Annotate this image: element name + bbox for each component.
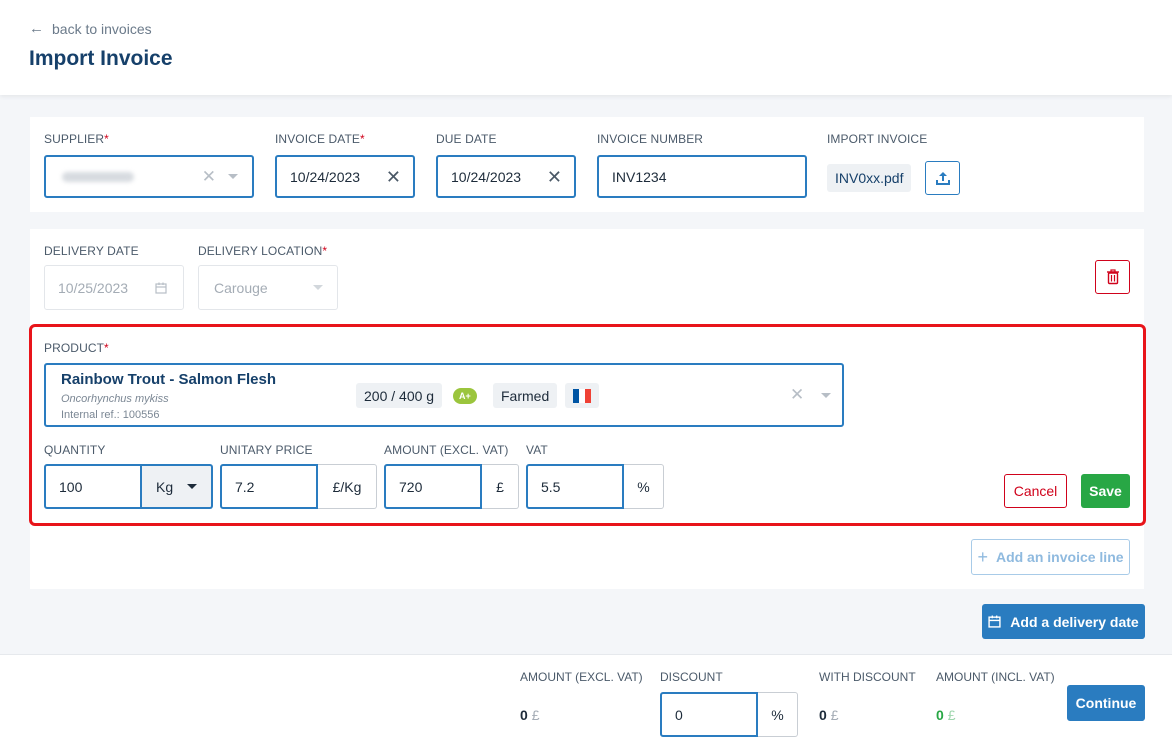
discount-input[interactable]: 0 (660, 692, 758, 737)
unitary-price-label: UNITARY PRICE (220, 443, 313, 457)
page-header: ← back to invoices Import Invoice (0, 0, 1172, 95)
invoice-number-input[interactable]: INV1234 (597, 155, 807, 198)
product-name: Rainbow Trout - Salmon Flesh (61, 371, 277, 388)
discount-group: 0 % (660, 692, 798, 737)
delete-delivery-button[interactable] (1095, 260, 1130, 294)
product-select[interactable]: Rainbow Trout - Salmon Flesh Oncorhynchu… (44, 363, 844, 427)
page-title: Import Invoice (29, 47, 173, 70)
trash-icon (1106, 269, 1119, 285)
product-method-badge: Farmed (493, 383, 558, 408)
upload-icon (935, 172, 950, 185)
product-grade-badge: A+ (453, 388, 477, 404)
clear-icon[interactable]: ✕ (547, 168, 562, 186)
invoice-number-label: INVOICE NUMBER (597, 132, 704, 146)
total-excl-vat-label: AMOUNT (EXCL. VAT) (520, 670, 643, 684)
delivery-date-input: 10/25/2023 (44, 265, 184, 310)
vat-group: 5.5 % (526, 464, 664, 509)
unitary-price-input[interactable]: 7.2 (220, 464, 318, 509)
total-incl-vat-label: AMOUNT (INCL. VAT) (936, 670, 1055, 684)
unit-select[interactable]: Kg (142, 464, 213, 509)
imported-file-tag: INV0xx.pdf (827, 164, 912, 192)
vat-percent-addon: % (624, 464, 664, 509)
back-link[interactable]: ← back to invoices (29, 20, 152, 37)
continue-button[interactable]: Continue (1067, 685, 1145, 721)
price-unit-addon: £/Kg (318, 464, 377, 509)
product-latin-name: Oncorhynchus mykiss (61, 393, 169, 405)
chevron-down-icon[interactable] (821, 393, 831, 398)
import-invoice-label: IMPORT INVOICE (827, 132, 928, 146)
chevron-down-icon[interactable] (228, 174, 238, 179)
price-group: 7.2 £/Kg (220, 464, 377, 509)
product-size-badge: 200 / 400 g (356, 383, 443, 408)
caret-down-icon (187, 484, 197, 489)
upload-button[interactable] (925, 161, 960, 195)
quantity-label: QUANTITY (44, 443, 106, 457)
totals-footer: AMOUNT (EXCL. VAT) 0 £ DISCOUNT 0 % WITH … (0, 654, 1172, 747)
supplier-value-redacted (62, 171, 134, 182)
discount-label: DISCOUNT (660, 670, 723, 684)
add-invoice-line-button[interactable]: + Add an invoice line (971, 539, 1130, 575)
france-flag-icon (565, 383, 599, 408)
invoice-date-label: INVOICE DATE* (275, 132, 365, 146)
cancel-button[interactable]: Cancel (1004, 474, 1067, 508)
chevron-down-icon (313, 285, 323, 290)
total-excl-vat-value: 0 £ (520, 707, 540, 723)
plus-icon: + (977, 546, 988, 567)
arrow-left-icon: ← (29, 20, 44, 37)
vat-label: VAT (526, 443, 548, 457)
clear-icon[interactable]: ✕ (202, 167, 216, 187)
clear-icon[interactable]: ✕ (386, 168, 401, 186)
quantity-input[interactable]: 100 (44, 464, 142, 509)
amount-group: 720 £ (384, 464, 519, 509)
delivery-date-label: DELIVERY DATE (44, 244, 139, 258)
due-date-input[interactable]: 10/24/2023 ✕ (436, 155, 576, 198)
product-label: PRODUCT* (44, 341, 109, 355)
delivery-location-label: DELIVERY LOCATION* (198, 244, 328, 258)
total-incl-vat-value: 0 £ (936, 707, 956, 723)
clear-icon[interactable]: ✕ (790, 385, 804, 405)
delivery-location-select: Carouge (198, 265, 338, 310)
back-link-label: back to invoices (52, 20, 152, 37)
with-discount-label: WITH DISCOUNT (819, 670, 916, 684)
invoice-date-input[interactable]: 10/24/2023 ✕ (275, 155, 415, 198)
save-button[interactable]: Save (1081, 474, 1130, 508)
amount-input[interactable]: 720 (384, 464, 482, 509)
calendar-icon (155, 282, 167, 294)
amount-currency-addon: £ (482, 464, 519, 509)
amount-label: AMOUNT (EXCL. VAT) (384, 443, 509, 457)
discount-percent-addon: % (758, 692, 798, 737)
product-internal-ref: Internal ref.: 100556 (61, 409, 160, 421)
vat-input[interactable]: 5.5 (526, 464, 624, 509)
with-discount-value: 0 £ (819, 707, 839, 723)
quantity-group: 100 Kg (44, 464, 213, 509)
supplier-label: SUPPLIER* (44, 132, 109, 146)
add-delivery-date-button[interactable]: Add a delivery date (982, 604, 1145, 639)
calendar-icon (988, 615, 1001, 628)
due-date-label: DUE DATE (436, 132, 497, 146)
supplier-select[interactable]: ✕ (44, 155, 254, 198)
